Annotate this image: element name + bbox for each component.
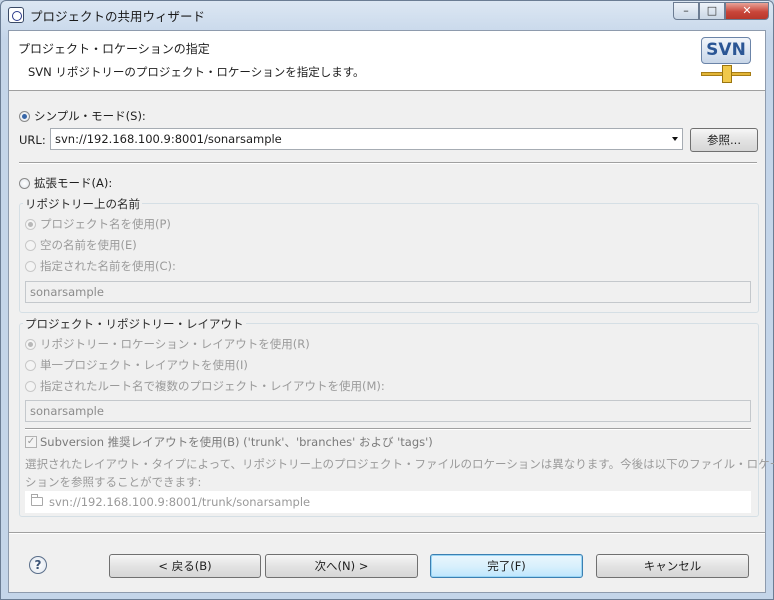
recommended-layout-checkbox[interactable]: ✓ [25, 436, 37, 448]
layout-info-line-2: ションを参照することができます: [25, 475, 202, 489]
recommended-layout-label[interactable]: Subversion 推奨レイアウトを使用(B) ('trunk'、'branc… [40, 434, 433, 450]
use-project-name-label[interactable]: プロジェクト名を使用(P) [40, 216, 171, 232]
repository-layout-group-title: プロジェクト・リポジトリー・レイアウト [23, 316, 246, 332]
browse-button[interactable]: 参照... [690, 128, 758, 152]
advanced-mode-label[interactable]: 拡張モード(A): [34, 175, 112, 191]
repository-name-field[interactable]: sonarsample [25, 281, 751, 303]
use-location-layout-radio[interactable] [25, 339, 36, 350]
separator [25, 428, 751, 430]
advanced-mode-radio[interactable] [19, 178, 30, 189]
title-bar[interactable]: プロジェクトの共用ウィザード – □ ✕ [1, 1, 773, 29]
single-project-layout-radio[interactable] [25, 360, 36, 371]
eclipse-app-icon [8, 7, 24, 23]
preview-path: svn://192.168.100.9:8001/trunk/sonarsamp… [49, 495, 311, 509]
preview-path-row: svn://192.168.100.9:8001/trunk/sonarsamp… [25, 491, 751, 513]
finish-button[interactable]: 完了(F) [430, 554, 583, 578]
maximize-button[interactable]: □ [699, 2, 725, 20]
wizard-window: プロジェクトの共用ウィザード – □ ✕ プロジェクト・ロケーションの指定 SV… [0, 0, 774, 600]
simple-mode-label[interactable]: シンプル・モード(S): [34, 108, 146, 124]
multi-project-layout-label[interactable]: 指定されたルート名で複数のプロジェクト・レイアウトを使用(M): [40, 378, 385, 394]
url-combo[interactable]: svn://192.168.100.9:8001/sonarsample [50, 128, 683, 150]
separator [19, 162, 757, 164]
use-specified-name-label[interactable]: 指定された名前を使用(C): [40, 258, 176, 274]
repository-name-group-title: リポジトリー上の名前 [23, 196, 142, 212]
help-icon[interactable]: ? [29, 556, 47, 574]
footer-separator [9, 532, 765, 534]
simple-mode-radio[interactable] [19, 111, 30, 122]
root-name-field[interactable]: sonarsample [25, 400, 751, 422]
use-empty-name-radio[interactable] [25, 240, 36, 251]
use-project-name-radio[interactable] [25, 219, 36, 230]
use-specified-name-radio[interactable] [25, 261, 36, 272]
back-button[interactable]: < 戻る(B) [109, 554, 261, 578]
chevron-down-icon[interactable] [672, 137, 678, 141]
multi-project-layout-radio[interactable] [25, 381, 36, 392]
folder-icon [31, 494, 43, 506]
page-description: SVN リポジトリーのプロジェクト・ロケーションを指定します。 [28, 65, 365, 79]
svn-logo-icon: SVN [698, 33, 755, 87]
use-location-layout-label[interactable]: リポジトリー・ロケーション・レイアウトを使用(R) [40, 336, 310, 352]
url-value[interactable]: svn://192.168.100.9:8001/sonarsample [55, 132, 282, 146]
cancel-button[interactable]: キャンセル [596, 554, 749, 578]
next-button[interactable]: 次へ(N) > [265, 554, 418, 578]
single-project-layout-label[interactable]: 単一プロジェクト・レイアウトを使用(I) [40, 357, 248, 373]
layout-info-line-1: 選択されたレイアウト・タイプによって、リポジトリー上のプロジェクト・ファイルのロ… [25, 457, 774, 471]
minimize-button[interactable]: – [673, 2, 699, 20]
use-empty-name-label[interactable]: 空の名前を使用(E) [40, 237, 137, 253]
svn-logo-text: SVN [701, 37, 751, 64]
page-title: プロジェクト・ロケーションの指定 [18, 42, 210, 56]
wizard-banner: プロジェクト・ロケーションの指定 SVN リポジトリーのプロジェクト・ロケーショ… [9, 31, 765, 91]
close-button[interactable]: ✕ [725, 2, 769, 20]
dialog-client-area: プロジェクト・ロケーションの指定 SVN リポジトリーのプロジェクト・ロケーショ… [8, 30, 774, 593]
window-title: プロジェクトの共用ウィザード [30, 9, 206, 24]
url-label: URL: [19, 133, 46, 147]
